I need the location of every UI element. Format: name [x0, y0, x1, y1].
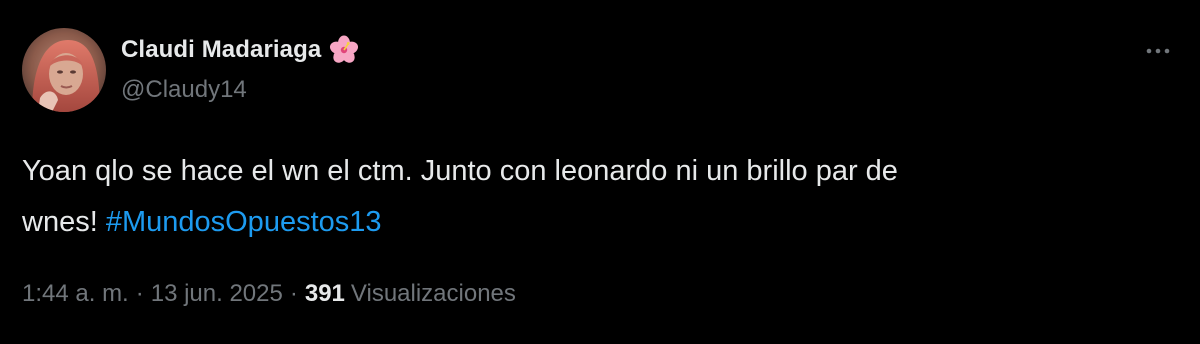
- tweet-date[interactable]: 13 jun. 2025: [151, 280, 283, 308]
- tweet-text: Yoan qlo se hace el wn el ctm. Junto con…: [22, 146, 1152, 248]
- separator: ·: [135, 280, 144, 307]
- tweet-meta: 1:44 a. m. · 13 jun. 2025 · 391 Visualiz…: [22, 280, 516, 308]
- avatar-image: [22, 28, 106, 112]
- tweet-card: Claudi Madariaga @Claudy14 Yoan qlo se h…: [0, 0, 1200, 344]
- author-name-row: Claudi Madariaga: [121, 33, 359, 67]
- author-name[interactable]: Claudi Madariaga: [121, 36, 321, 64]
- tweet-text-line-1: Yoan qlo se hace el wn el ctm. Junto con…: [22, 155, 898, 187]
- views-count: 391: [304, 280, 345, 307]
- author-handle[interactable]: @Claudy14: [121, 76, 247, 104]
- views-label: Visualizaciones: [350, 280, 516, 307]
- tweet-time[interactable]: 1:44 a. m.: [22, 280, 129, 308]
- hashtag-link[interactable]: #MundosOpuestos13: [106, 206, 382, 238]
- hibiscus-flower-icon: [329, 35, 359, 65]
- more-horizontal-icon: [1146, 42, 1170, 60]
- tweet-text-line-2: wnes!: [22, 206, 106, 238]
- avatar[interactable]: [22, 28, 106, 112]
- separator: ·: [289, 280, 298, 307]
- more-button[interactable]: [1138, 35, 1178, 67]
